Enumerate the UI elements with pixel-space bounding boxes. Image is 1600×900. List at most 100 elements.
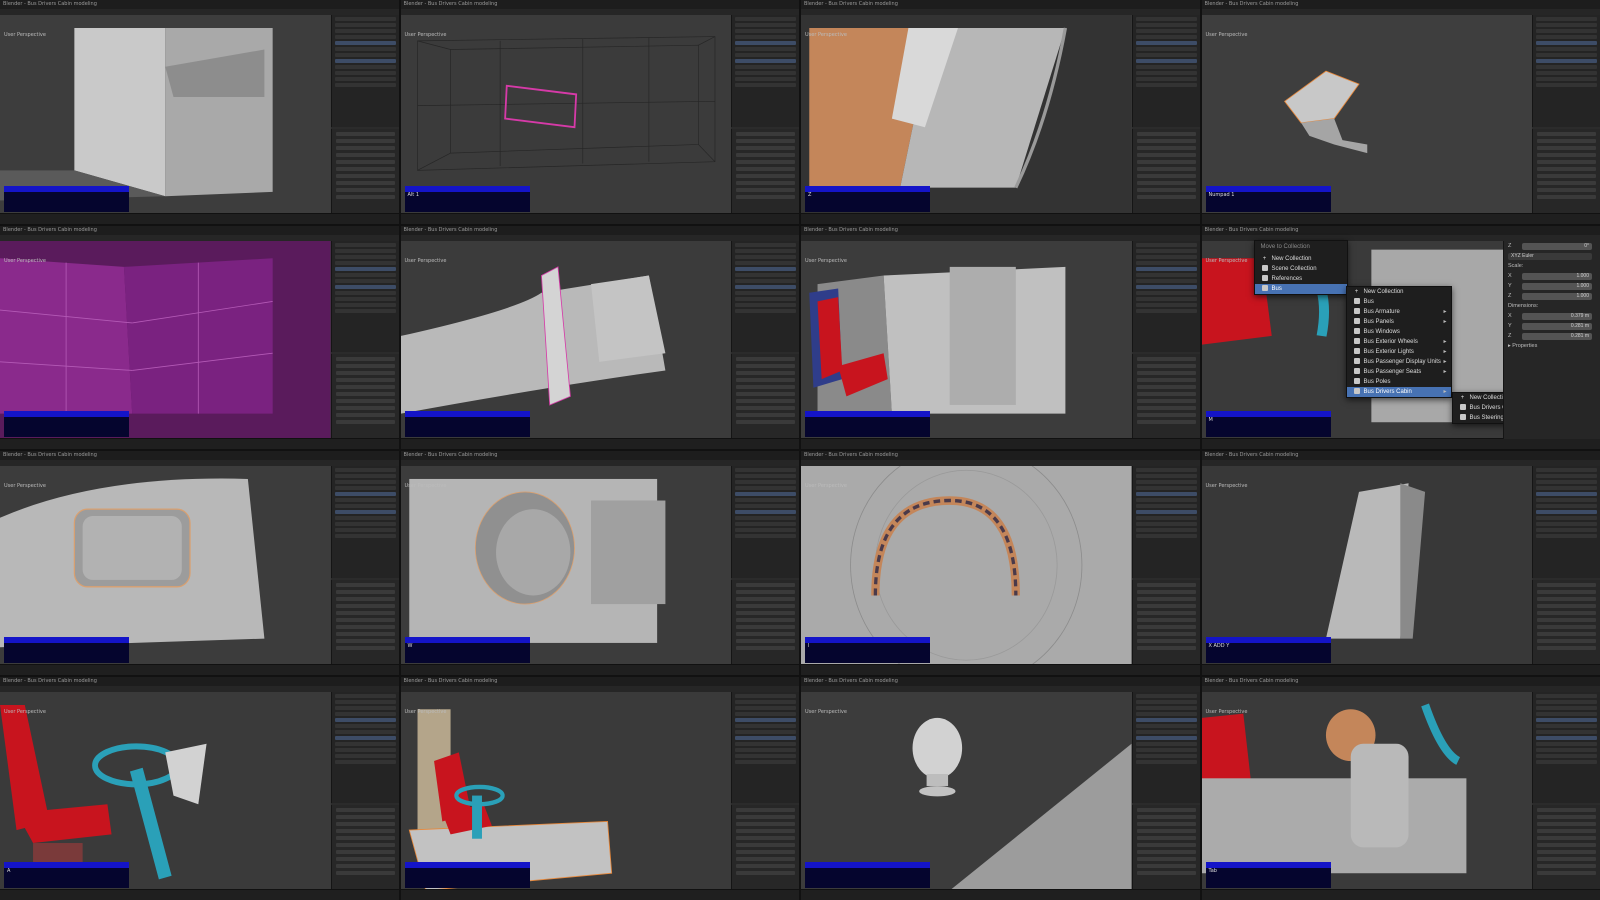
property-row[interactable]	[335, 617, 395, 622]
outliner-row[interactable]	[735, 29, 796, 33]
property-row[interactable]	[335, 406, 395, 411]
property-row[interactable]	[1136, 187, 1196, 192]
property-row[interactable]	[1136, 152, 1196, 157]
outliner-row[interactable]	[334, 47, 396, 51]
outliner-row[interactable]	[1135, 272, 1197, 277]
property-row[interactable]	[1136, 357, 1196, 362]
timeline-bar[interactable]	[801, 438, 1200, 449]
outliner-row[interactable]	[334, 516, 396, 520]
property-row[interactable]	[335, 159, 395, 164]
property-row[interactable]	[736, 624, 795, 629]
outliner-row[interactable]	[1135, 302, 1197, 307]
outliner-row[interactable]	[334, 735, 396, 740]
property-row[interactable]	[736, 138, 795, 143]
timeline-bar[interactable]	[1201, 212, 1600, 224]
property-row[interactable]	[1136, 166, 1196, 171]
property-row[interactable]	[335, 850, 395, 855]
property-row[interactable]	[335, 385, 395, 390]
property-row[interactable]	[1136, 145, 1196, 150]
property-row[interactable]	[736, 194, 795, 199]
outliner-row[interactable]	[735, 486, 796, 490]
outliner-row[interactable]	[1135, 17, 1197, 21]
outliner-row[interactable]	[1135, 474, 1197, 478]
outliner-row[interactable]	[735, 254, 796, 259]
property-row[interactable]	[1136, 364, 1196, 369]
bus-menu[interactable]: + New Collection Bus Bus Armature ▸ Bus Panel…	[1345, 285, 1452, 398]
outliner-row[interactable]	[1135, 759, 1197, 764]
timeline-bar[interactable]	[1201, 663, 1600, 675]
outliner-row[interactable]	[1536, 59, 1597, 63]
property-row[interactable]	[335, 596, 395, 601]
property-row[interactable]	[1537, 159, 1596, 164]
outliner-row[interactable]	[334, 65, 396, 69]
scale-field[interactable]: 1.000	[1522, 272, 1592, 280]
outliner-row[interactable]	[334, 528, 396, 532]
outliner-panel[interactable]	[330, 691, 399, 804]
property-row[interactable]	[335, 836, 395, 841]
scale-field[interactable]: 1.000	[1522, 292, 1592, 300]
property-row[interactable]	[1136, 808, 1196, 813]
property-row[interactable]	[1136, 194, 1196, 199]
property-row[interactable]	[1136, 857, 1196, 862]
outliner-row[interactable]	[1135, 693, 1197, 698]
property-row[interactable]	[335, 829, 395, 834]
property-row[interactable]	[1537, 864, 1596, 869]
outliner-row[interactable]	[334, 510, 396, 514]
timeline-bar[interactable]	[0, 663, 399, 675]
3d-viewport[interactable]: User Perspective	[0, 15, 331, 214]
timeline-bar[interactable]	[801, 889, 1200, 900]
outliner-panel[interactable]	[330, 15, 399, 127]
outliner-row[interactable]	[735, 272, 796, 277]
property-row[interactable]	[1136, 871, 1196, 876]
menu-item[interactable]: Bus Poles	[1347, 377, 1451, 387]
menu-item[interactable]: Scene Collection	[1255, 264, 1347, 274]
3d-viewport[interactable]: User Perspective	[801, 15, 1132, 214]
outliner-panel[interactable]	[731, 240, 799, 353]
outliner-row[interactable]	[334, 747, 396, 752]
outliner-panel[interactable]	[731, 466, 799, 578]
property-row[interactable]	[1136, 371, 1196, 376]
property-row[interactable]	[1537, 638, 1596, 643]
property-row[interactable]	[1136, 596, 1196, 601]
outliner-row[interactable]	[735, 759, 796, 764]
timeline-bar[interactable]	[1201, 889, 1600, 900]
property-row[interactable]	[335, 166, 395, 171]
properties-panel[interactable]	[731, 805, 799, 890]
property-row[interactable]	[736, 392, 795, 397]
property-row[interactable]	[335, 413, 395, 418]
property-row[interactable]	[1136, 378, 1196, 383]
property-row[interactable]	[1136, 645, 1196, 650]
outliner-row[interactable]	[334, 723, 396, 728]
transform-side-panel[interactable]: Z 0° XYZ Euler Scale: X 1.000 Y 1.000 Z 1.000 Di…	[1503, 240, 1600, 439]
3d-viewport[interactable]: User Perspective	[0, 466, 331, 665]
outliner-row[interactable]	[1536, 17, 1597, 21]
outliner-row[interactable]	[1135, 480, 1197, 484]
property-row[interactable]	[736, 187, 795, 192]
property-row[interactable]	[335, 582, 395, 587]
property-row[interactable]	[736, 808, 795, 813]
outliner-row[interactable]	[1135, 510, 1197, 514]
outliner-row[interactable]	[1536, 77, 1597, 81]
property-row[interactable]	[736, 159, 795, 164]
property-row[interactable]	[736, 638, 795, 643]
property-row[interactable]	[736, 843, 795, 848]
outliner-row[interactable]	[1536, 735, 1597, 740]
outliner-row[interactable]	[1135, 248, 1197, 253]
properties-panel[interactable]	[330, 354, 399, 439]
property-row[interactable]	[736, 617, 795, 622]
outliner-row[interactable]	[1536, 528, 1597, 532]
3d-viewport[interactable]: User Perspective	[400, 466, 731, 665]
outliner-row[interactable]	[334, 17, 396, 21]
timeline-bar[interactable]	[0, 212, 399, 224]
outliner-row[interactable]	[334, 308, 396, 313]
outliner-row[interactable]	[334, 41, 396, 45]
property-row[interactable]	[736, 645, 795, 650]
outliner-row[interactable]	[735, 59, 796, 63]
rotation-mode-select[interactable]: XYZ Euler	[1508, 252, 1592, 260]
outliner-row[interactable]	[334, 498, 396, 502]
3d-viewport[interactable]: User Perspective	[801, 691, 1132, 890]
outliner-row[interactable]	[735, 468, 796, 472]
properties-section[interactable]: ▸ Properties	[1508, 342, 1596, 351]
property-row[interactable]	[1537, 173, 1596, 178]
property-row[interactable]	[1136, 610, 1196, 615]
